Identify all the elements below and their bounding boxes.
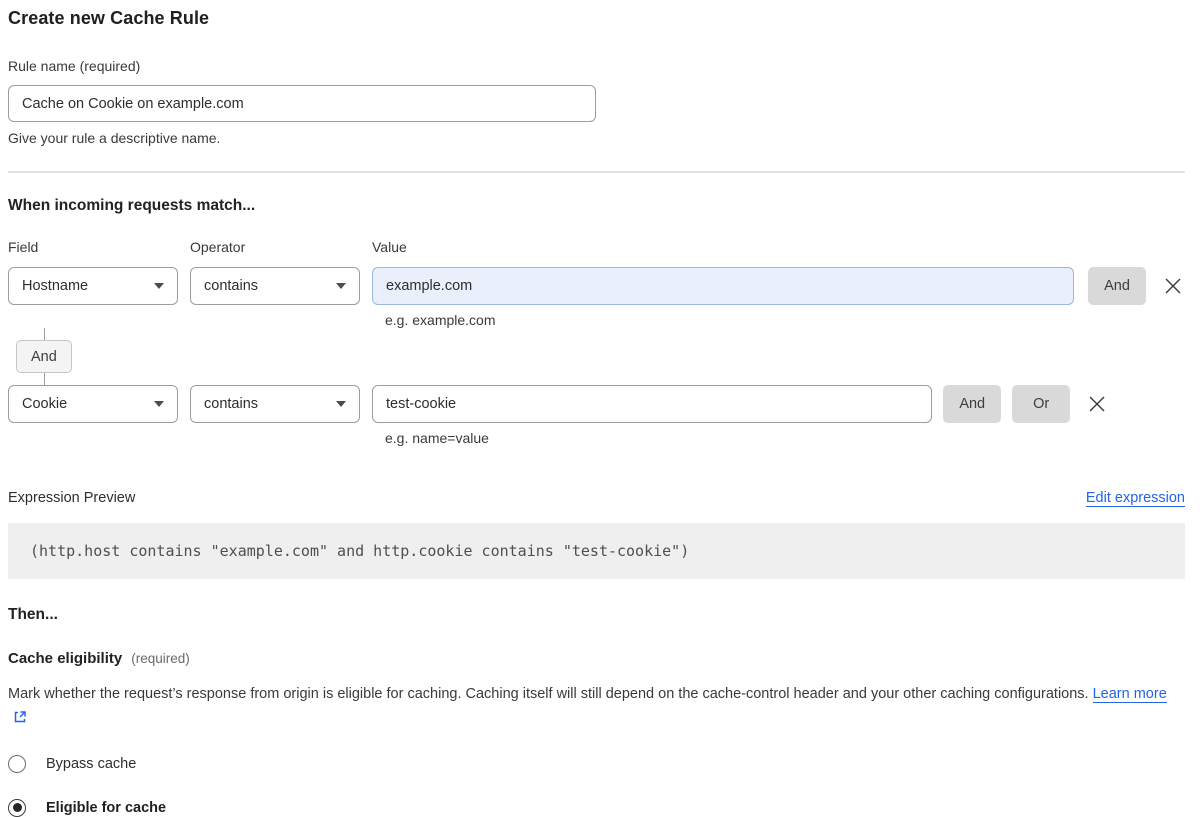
- radio-label: Bypass cache: [46, 756, 136, 772]
- rule-name-label: Rule name (required): [8, 58, 1185, 74]
- radio-selected-icon: [8, 799, 26, 817]
- description-text: Mark whether the request’s response from…: [8, 686, 1089, 702]
- cache-eligibility-description: Mark whether the request’s response from…: [8, 683, 1168, 731]
- field-select[interactable]: Cookie: [8, 385, 178, 423]
- field-select[interactable]: Hostname: [8, 267, 178, 305]
- section-divider: [8, 171, 1185, 173]
- expression-header: Expression Preview Edit expression: [8, 490, 1185, 507]
- operator-select-value: contains: [204, 396, 258, 412]
- rule-name-block: Rule name (required) Give your rule a de…: [8, 58, 1185, 146]
- radio-option-eligible-for-cache[interactable]: Eligible for cache: [8, 799, 1185, 817]
- value-hint: e.g. name=value: [385, 430, 1185, 446]
- then-heading: Then...: [8, 606, 1185, 624]
- condition-column-labels: Field Operator Value: [8, 239, 1185, 255]
- and-condition-button[interactable]: And: [1088, 267, 1146, 305]
- condition-row: Hostname contains And: [8, 267, 1185, 305]
- required-tag: (required): [131, 651, 190, 666]
- rule-name-helper: Give your rule a descriptive name.: [8, 130, 1185, 146]
- close-icon: [1088, 395, 1106, 413]
- radio-label: Eligible for cache: [46, 800, 166, 816]
- radio-unselected-icon: [8, 755, 26, 773]
- cache-eligibility-title: Cache eligibility: [8, 650, 122, 667]
- expression-preview-label: Expression Preview: [8, 490, 135, 506]
- field-select-value: Cookie: [22, 396, 67, 412]
- operator-select[interactable]: contains: [190, 385, 360, 423]
- field-select-value: Hostname: [22, 278, 88, 294]
- operator-select-value: contains: [204, 278, 258, 294]
- expression-code: (http.host contains "example.com" and ht…: [30, 542, 689, 560]
- value-hint: e.g. example.com: [385, 312, 1185, 328]
- remove-condition-button[interactable]: [1161, 274, 1185, 298]
- chevron-down-icon: [154, 283, 164, 289]
- chevron-down-icon: [154, 401, 164, 407]
- chevron-down-icon: [336, 401, 346, 407]
- expression-preview-box: (http.host contains "example.com" and ht…: [8, 523, 1185, 579]
- value-input[interactable]: [372, 267, 1074, 305]
- external-link-icon: [13, 710, 27, 724]
- edit-expression-link[interactable]: Edit expression: [1086, 490, 1185, 507]
- connector-and-chip[interactable]: And: [16, 340, 72, 373]
- condition-connector: And: [8, 328, 1185, 385]
- radio-option-bypass-cache[interactable]: Bypass cache: [8, 755, 1185, 773]
- learn-more-link[interactable]: Learn more: [1093, 686, 1167, 703]
- remove-condition-button[interactable]: [1085, 392, 1109, 416]
- column-label-value: Value: [372, 239, 407, 255]
- and-condition-button[interactable]: And: [943, 385, 1001, 423]
- rule-name-input[interactable]: [8, 85, 596, 122]
- cache-eligibility-heading: Cache eligibility (required): [8, 650, 1185, 667]
- condition-row: Cookie contains And Or: [8, 385, 1185, 423]
- match-heading: When incoming requests match...: [8, 197, 1185, 215]
- column-label-field: Field: [8, 239, 190, 255]
- operator-select[interactable]: contains: [190, 267, 360, 305]
- create-cache-rule-page: Create new Cache Rule Rule name (require…: [0, 0, 1200, 817]
- close-icon: [1164, 277, 1182, 295]
- column-label-operator: Operator: [190, 239, 372, 255]
- value-input[interactable]: [372, 385, 932, 423]
- page-title: Create new Cache Rule: [8, 8, 1185, 29]
- or-condition-button[interactable]: Or: [1012, 385, 1070, 423]
- chevron-down-icon: [336, 283, 346, 289]
